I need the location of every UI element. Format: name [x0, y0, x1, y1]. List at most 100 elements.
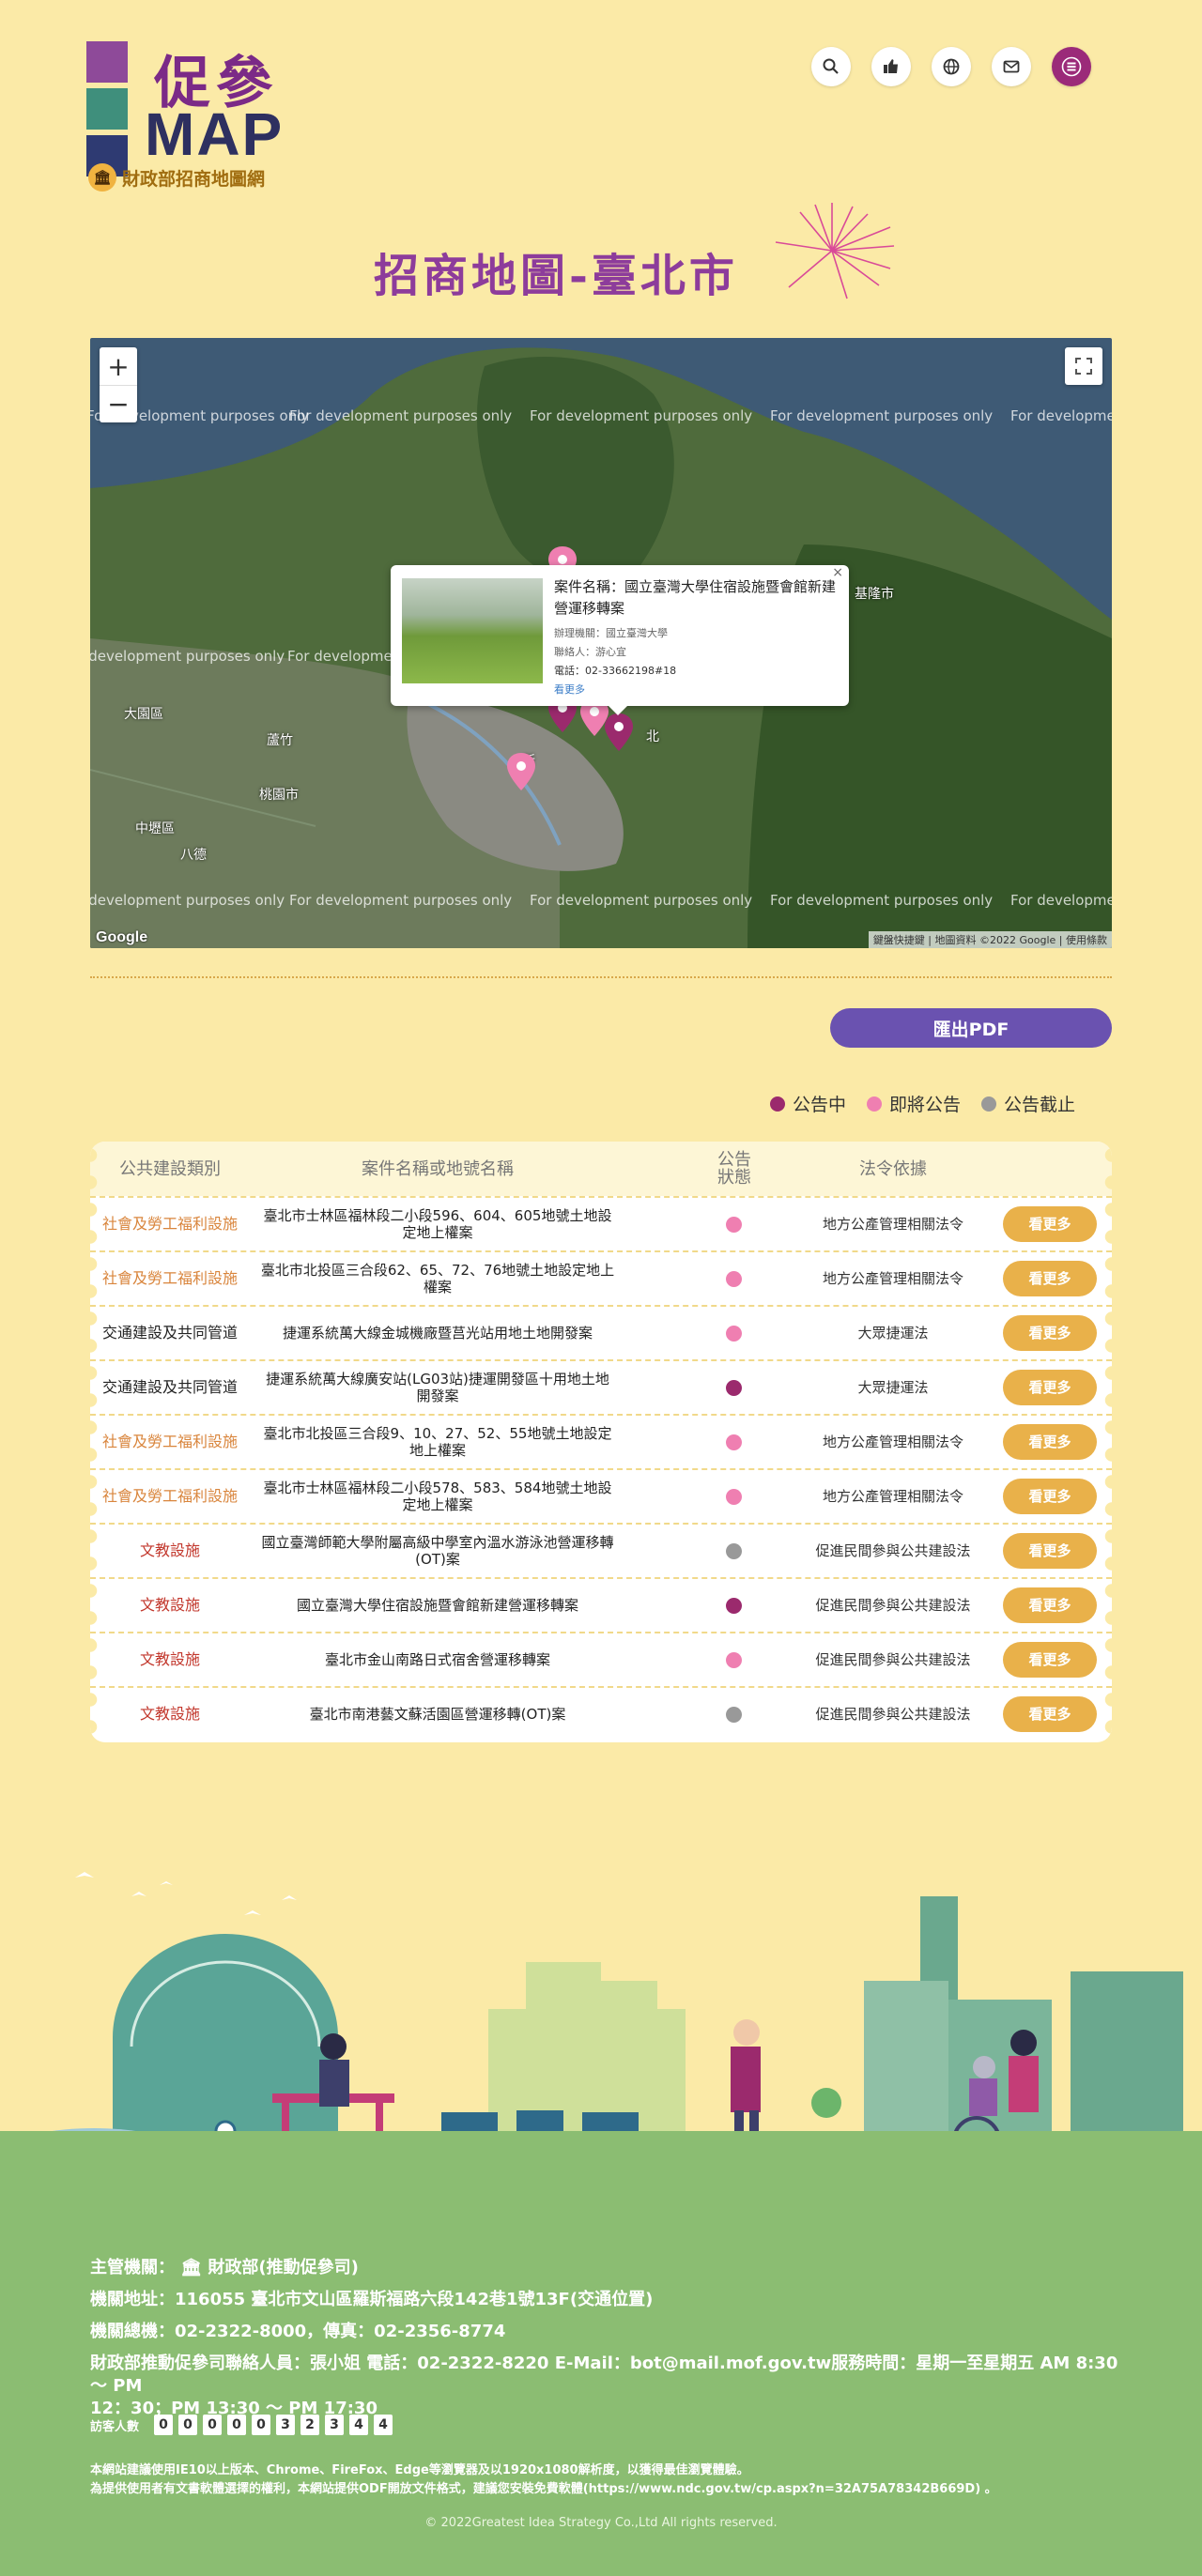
row-action: 看更多: [1003, 1525, 1097, 1577]
footer-contact-line: 財政部推動促參司聯絡人員：張小姐 電話：02-2322-8220 E-Mail：…: [90, 2354, 1118, 2396]
footer-agency-name: 財政部(推動促參司): [208, 2258, 359, 2277]
ministry-emblem-icon: 🏛: [175, 2258, 208, 2277]
map-info-popup: × 案件名稱：國立臺灣大學住宿設施暨會館新建營運移轉案 辦理機關：國立臺灣大學 …: [391, 565, 849, 715]
map-attribution[interactable]: 鍵盤快捷鍵 | 地圖資料 ©2022 Google | 使用條款: [868, 931, 1112, 948]
row-action: 看更多: [1003, 1470, 1097, 1523]
status-dot: [725, 1651, 742, 1668]
view-more-button[interactable]: 看更多: [1003, 1696, 1097, 1732]
status-legend: 公告中 即將公告 公告截止: [770, 1091, 1075, 1116]
row-law: 地方公產管理相關法令: [822, 1270, 963, 1287]
table-row: 文教設施 臺北市南港藝文蘇活園區營運移轉(OT)案 促進民間參與公共建設法 看更多: [90, 1686, 1112, 1740]
legend-item: 公告中: [770, 1091, 846, 1116]
status-dot: [725, 1706, 742, 1723]
thumbs-up-icon[interactable]: [871, 47, 911, 86]
table-row: 文教設施 臺北市金山南路日式宿舍營運移轉案 促進民間參與公共建設法 看更多: [90, 1632, 1112, 1686]
legend-dot-closed: [981, 1096, 997, 1112]
odf-note[interactable]: 為提供使用者有文書軟體選擇的權利，本網站提供ODF開放文件格式，建議您安裝免費軟…: [90, 2478, 997, 2496]
map-place-label: 基隆市: [855, 587, 894, 602]
status-dot: [725, 1434, 742, 1450]
table-row: 文教設施 國立臺灣大學住宿設施暨會館新建營運移轉案 促進民間參與公共建設法 看更多: [90, 1577, 1112, 1632]
mail-icon[interactable]: [992, 47, 1031, 86]
row-status: [710, 1361, 757, 1414]
menu-icon[interactable]: [1052, 47, 1091, 86]
table-header: 公共建設類別 案件名稱或地號名稱 公告狀態 法令依據: [90, 1142, 1112, 1196]
map-marker-upcoming[interactable]: [507, 753, 535, 790]
popup-more-link[interactable]: 看更多: [554, 682, 585, 697]
popup-case-title: 案件名稱：國立臺灣大學住宿設施暨會館新建營運移轉案: [554, 578, 837, 617]
row-case-name: 臺北市士林區福林段二小段578、583、584地號土地設定地上權案: [263, 1480, 612, 1513]
legend-item: 即將公告: [867, 1091, 961, 1116]
status-dot: [725, 1325, 742, 1342]
header-category: 公共建設類別: [119, 1158, 221, 1179]
table-row: 社會及勞工福利設施 臺北市士林區福林段二小段596、604、605地號土地設定地上…: [90, 1196, 1112, 1250]
view-more-button[interactable]: 看更多: [1003, 1206, 1097, 1242]
row-category: 交通建設及共同管道: [101, 1378, 238, 1396]
table-row: 交通建設及共同管道 捷運系統萬大線廣安站(LG03站)捷運開發區十用地土地開發案 大…: [90, 1359, 1112, 1414]
row-category: 交通建設及共同管道: [101, 1324, 238, 1342]
status-dot: [725, 1488, 742, 1505]
copyright: © 2022Greatest Idea Strategy Co.,Ltd All…: [424, 2516, 778, 2530]
table-row: 文教設施 國立臺灣師範大學附屬高級中學室內溫水游泳池營運移轉(OT)案 促進民間參與…: [90, 1523, 1112, 1577]
zoom-out-button[interactable]: −: [100, 385, 137, 422]
view-more-button[interactable]: 看更多: [1003, 1261, 1097, 1296]
row-category: 文教設施: [139, 1650, 200, 1668]
view-more-button[interactable]: 看更多: [1003, 1587, 1097, 1623]
row-case-name: 國立臺灣師範大學附屬高級中學室內溫水游泳池營運移轉(OT)案: [261, 1534, 614, 1568]
map-view[interactable]: For development purposes only For develo…: [90, 338, 1112, 948]
view-more-button[interactable]: 看更多: [1003, 1315, 1097, 1351]
search-icon[interactable]: [811, 47, 851, 86]
table-row: 交通建設及共同管道 捷運系統萬大線金城機廠暨莒光站用地土地開發案 大眾捷運法 看更多: [90, 1305, 1112, 1359]
visitor-counter: 訪客人數 0 0 0 0 0 3 2 3 4 4: [90, 2415, 393, 2435]
counter-digit: 4: [374, 2415, 393, 2435]
row-case-name: 臺北市士林區福林段二小段596、604、605地號土地設定地上權案: [263, 1207, 612, 1241]
map-watermark: For development purposes only: [530, 892, 753, 909]
case-table: 公共建設類別 案件名稱或地號名稱 公告狀態 法令依據 社會及勞工福利設施臺北市士…: [90, 1142, 1112, 1742]
view-more-button[interactable]: 看更多: [1003, 1479, 1097, 1514]
map-place-label: 桃園市: [259, 788, 299, 803]
footer-address[interactable]: 機關地址：116055 臺北市文山區羅斯福路六段142巷1號13F(交通位置): [90, 2289, 653, 2311]
row-category: 社會及勞工福利設施: [101, 1487, 238, 1505]
logo-subtitle: 🏛 財政部招商地圖網: [88, 163, 265, 192]
row-law: 大眾捷運法: [857, 1325, 929, 1342]
view-more-button[interactable]: 看更多: [1003, 1424, 1097, 1460]
row-status: [710, 1525, 757, 1577]
row-status: [710, 1470, 757, 1523]
map-place-label: 大園區: [124, 707, 163, 722]
fullscreen-button[interactable]: [1065, 347, 1102, 385]
view-more-button[interactable]: 看更多: [1003, 1370, 1097, 1405]
row-category: 社會及勞工福利設施: [101, 1215, 238, 1233]
fullscreen-icon: [1075, 358, 1092, 375]
globe-icon[interactable]: [932, 47, 971, 86]
header-status: 公告狀態: [717, 1150, 751, 1188]
counter-digit: 0: [178, 2415, 198, 2435]
row-law: 促進民間參與公共建設法: [815, 1651, 971, 1668]
counter-digit: 0: [203, 2415, 223, 2435]
counter-digit: 0: [252, 2415, 271, 2435]
footer-agency: 主管機關： 🏛 財政部(推動促參司): [90, 2257, 359, 2279]
map-watermark: For development purposes only: [530, 407, 753, 424]
row-status: [710, 1579, 757, 1632]
popup-phone: 電話：02-33662198#18: [554, 665, 677, 677]
legend-dot-active: [770, 1096, 785, 1112]
case-photo: [402, 578, 543, 683]
logo-subtitle-text: 財政部招商地圖網: [122, 168, 266, 190]
legend-dot-upcoming: [867, 1096, 883, 1112]
map-marker-active[interactable]: [605, 713, 633, 751]
export-pdf-button[interactable]: 匯出PDF: [830, 1008, 1112, 1048]
counter-digit: 0: [154, 2415, 174, 2435]
map-watermark: For development purposes only: [770, 892, 994, 909]
view-more-button[interactable]: 看更多: [1003, 1642, 1097, 1678]
logo-map-text: MAP: [145, 100, 285, 168]
map-watermark: For development purposes only: [289, 407, 513, 424]
counter-digit: 4: [349, 2415, 369, 2435]
view-more-button[interactable]: 看更多: [1003, 1533, 1097, 1569]
zoom-in-button[interactable]: +: [100, 347, 137, 385]
popup-agency: 辦理機關：國立臺灣大學: [554, 627, 668, 639]
status-dot: [725, 1270, 742, 1287]
legend-label: 公告中: [793, 1095, 847, 1115]
site-logo[interactable]: 促參 MAP 🏛 財政部招商地圖網: [83, 38, 299, 199]
ministry-emblem-icon: 🏛: [88, 163, 116, 192]
row-action: 看更多: [1003, 1579, 1097, 1632]
section-divider: [90, 976, 1112, 978]
row-category: 文教設施: [139, 1596, 200, 1614]
